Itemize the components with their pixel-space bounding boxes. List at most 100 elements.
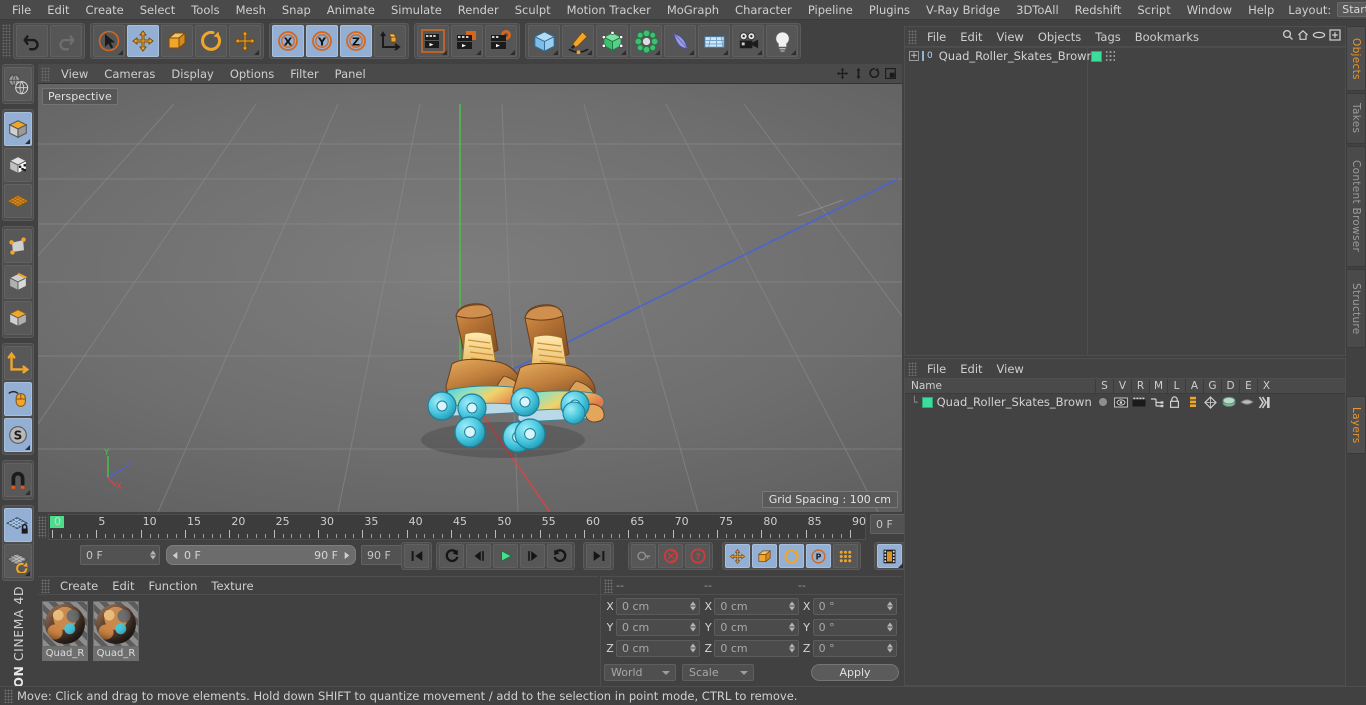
layer-column-v[interactable]: V: [1113, 378, 1131, 394]
layer-lock-icon[interactable]: [1167, 395, 1182, 409]
x-axis-toggle[interactable]: X: [272, 25, 304, 57]
vertical-tab-structure[interactable]: Structure: [1346, 269, 1366, 348]
home-icon[interactable]: [1297, 29, 1309, 44]
start-frame-spinner[interactable]: [150, 550, 156, 560]
material-menu-texture[interactable]: Texture: [204, 577, 260, 595]
viewport-menu-display[interactable]: Display: [163, 64, 221, 84]
status-bar-grip[interactable]: [4, 689, 13, 703]
layer-render-icon[interactable]: [1131, 395, 1146, 409]
layer-row[interactable]: └ Quad_Roller_Skates_Brown: [905, 394, 1345, 410]
layer-column-g[interactable]: G: [1203, 378, 1221, 394]
vertical-tab-layers[interactable]: Layers: [1346, 396, 1366, 454]
expand-icon[interactable]: +: [909, 51, 919, 61]
scale-tool-button[interactable]: [161, 25, 193, 57]
material-menu-edit[interactable]: Edit: [105, 577, 141, 595]
points-mode-button[interactable]: [4, 229, 32, 263]
magnet-button[interactable]: [4, 463, 32, 497]
layer-column-d[interactable]: D: [1221, 378, 1239, 394]
render-settings-button[interactable]: [485, 25, 517, 57]
material-manager-grip[interactable]: [41, 578, 50, 593]
material-tag-icon[interactable]: [1091, 50, 1102, 62]
menu-item-file[interactable]: File: [4, 0, 39, 20]
record-parameter-button[interactable]: P: [806, 544, 831, 568]
object-menu-view[interactable]: View: [990, 28, 1031, 46]
maximize-icon[interactable]: [883, 66, 898, 82]
viewport-menu-filter[interactable]: Filter: [282, 64, 326, 84]
object-tree-area[interactable]: +0 Quad_Roller_Skates_Brown: [905, 47, 1345, 355]
layer-visible-icon[interactable]: [1113, 395, 1128, 409]
layer-menu-file[interactable]: File: [920, 360, 953, 378]
coord-size-y-field[interactable]: 0 cm: [714, 618, 799, 636]
layer-solo-icon[interactable]: [1095, 395, 1110, 409]
layer-deformer-icon[interactable]: [1221, 395, 1236, 409]
move-alt-button[interactable]: [229, 25, 261, 57]
layer-column-a[interactable]: A: [1185, 378, 1203, 394]
timeline-grip[interactable]: [38, 516, 46, 538]
generator-button[interactable]: [596, 25, 628, 57]
coord-spinner[interactable]: [886, 643, 893, 653]
viewport-mouse-button[interactable]: [4, 382, 32, 416]
material-menu-function[interactable]: Function: [142, 577, 205, 595]
layer-menu-view[interactable]: View: [990, 360, 1031, 378]
coord-size-z-field[interactable]: 0 cm: [714, 639, 799, 657]
redo-button[interactable]: [50, 25, 82, 57]
coord-spinner[interactable]: [886, 622, 893, 632]
go-to-previous-key-button[interactable]: [439, 544, 464, 568]
coord-rot-y-field[interactable]: 0 °: [812, 618, 897, 636]
layer-xref-icon[interactable]: [1257, 395, 1272, 409]
coord-pos-x-field[interactable]: 0 cm: [616, 597, 701, 615]
vertical-tab-objects[interactable]: Objects: [1346, 26, 1366, 91]
menu-item-edit[interactable]: Edit: [39, 0, 77, 20]
dolly-icon[interactable]: [851, 66, 866, 82]
snap-enable-button[interactable]: S: [4, 418, 32, 452]
menu-item-script[interactable]: Script: [1129, 0, 1178, 20]
coord-rot-x-field[interactable]: 0 °: [812, 597, 897, 615]
coord-spinner[interactable]: [690, 643, 697, 653]
viewport-menu-panel[interactable]: Panel: [327, 64, 374, 84]
menu-item-snap[interactable]: Snap: [274, 0, 319, 20]
coordinates-grip[interactable]: [604, 578, 613, 593]
record-pla-button[interactable]: [833, 544, 858, 568]
menu-item-tools[interactable]: Tools: [183, 0, 227, 20]
viewport-grip[interactable]: [41, 66, 50, 81]
autokeying-button[interactable]: [658, 544, 683, 568]
workplane-lock-button[interactable]: [4, 508, 32, 542]
coord-spinner[interactable]: [690, 622, 697, 632]
uv-texture-mode-button[interactable]: [4, 67, 32, 101]
spline-pen-button[interactable]: [562, 25, 594, 57]
layer-column-r[interactable]: R: [1131, 378, 1149, 394]
coord-pos-y-field[interactable]: 0 cm: [616, 618, 701, 636]
coord-spinner[interactable]: [690, 601, 697, 611]
vertical-tab-takes[interactable]: Takes: [1346, 93, 1366, 144]
object-menu-tags[interactable]: Tags: [1088, 28, 1127, 46]
step-forward-button[interactable]: [520, 544, 545, 568]
menu-item-character[interactable]: Character: [727, 0, 800, 20]
menu-item-3dtoall[interactable]: 3DToAll: [1008, 0, 1067, 20]
plus-box-icon[interactable]: [1329, 29, 1341, 44]
go-to-start-button[interactable]: [404, 544, 429, 568]
menu-item-pipeline[interactable]: Pipeline: [800, 0, 861, 20]
layout-dropdown[interactable]: Startup: [1337, 2, 1366, 17]
object-menu-bookmarks[interactable]: Bookmarks: [1128, 28, 1206, 46]
vertical-tab-content-browser[interactable]: Content Browser: [1346, 146, 1366, 267]
object-menu-edit[interactable]: Edit: [953, 28, 989, 46]
render-view-button[interactable]: [417, 25, 449, 57]
layer-column-name[interactable]: Name: [905, 380, 1095, 392]
timeline-ruler[interactable]: 0 5 10 15 20 25 30 35 40 45 50 55 60 65 70 75 80 85 90: [48, 514, 866, 540]
rotate-tool-button[interactable]: [195, 25, 227, 57]
ellipse-icon[interactable]: [1312, 30, 1326, 43]
menu-item-animate[interactable]: Animate: [319, 0, 383, 20]
start-frame-field[interactable]: 0 F: [80, 545, 160, 565]
object-visibility-dots[interactable]: [1106, 50, 1115, 62]
keyframe-selection-button[interactable]: ?: [685, 544, 710, 568]
viewport-menu-options[interactable]: Options: [222, 64, 282, 84]
go-to-next-key-button[interactable]: [547, 544, 572, 568]
coord-spinner[interactable]: [788, 601, 795, 611]
menu-item-redshift[interactable]: Redshift: [1067, 0, 1130, 20]
record-active-objects-button[interactable]: [631, 544, 656, 568]
viewport-menu-view[interactable]: View: [53, 64, 96, 84]
menu-item-mograph[interactable]: MoGraph: [659, 0, 727, 20]
layer-expression-icon[interactable]: [1239, 395, 1254, 409]
world-object-coord-button[interactable]: [374, 25, 406, 57]
rotate-icon[interactable]: [867, 66, 882, 82]
